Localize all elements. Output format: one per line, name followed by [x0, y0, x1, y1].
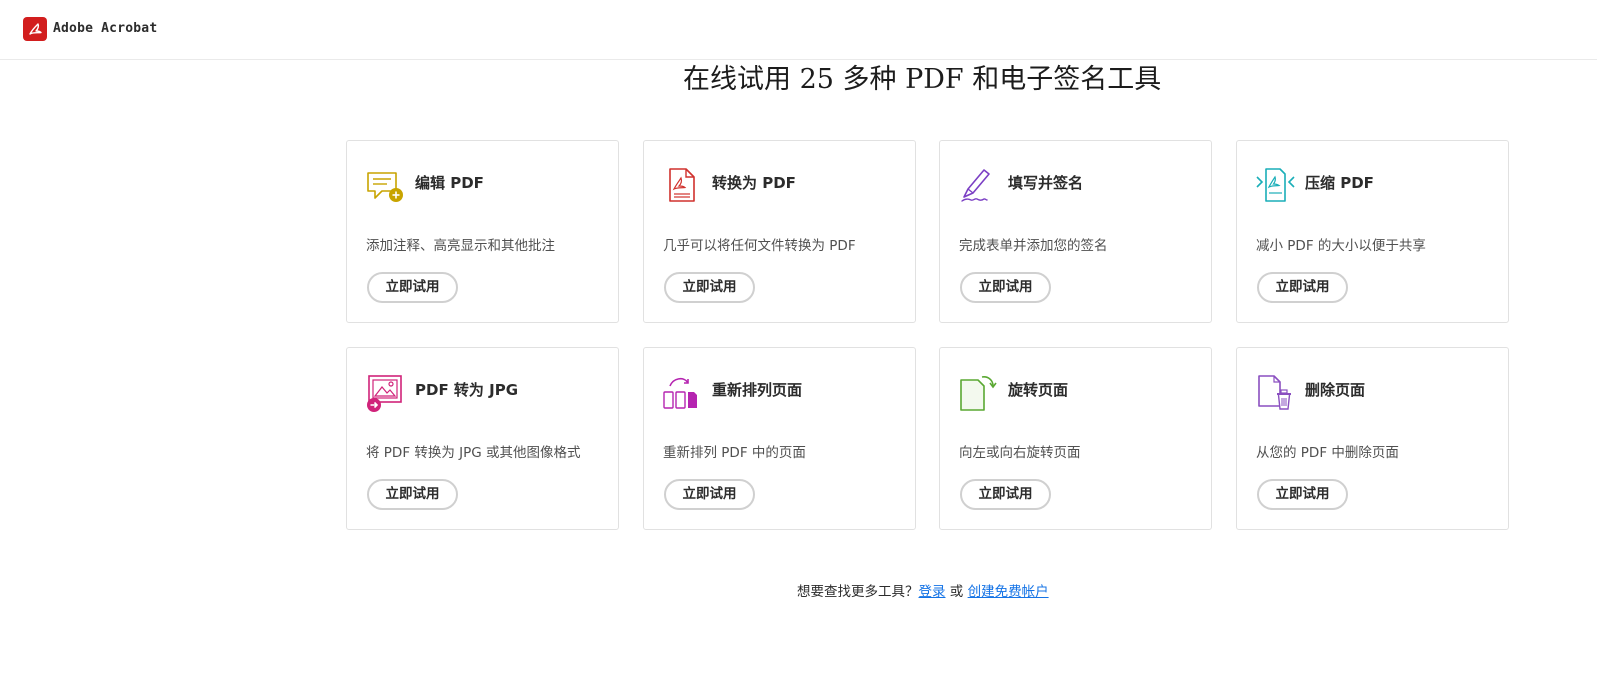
tool-title: 编辑 PDF	[415, 174, 484, 192]
tool-card-delete-pages[interactable]: 删除页面 从您的 PDF 中删除页面 立即试用	[1236, 347, 1509, 530]
try-now-button[interactable]: 立即试用	[664, 272, 755, 303]
tool-title: 转换为 PDF	[712, 174, 796, 192]
login-link[interactable]: 登录	[919, 584, 946, 600]
tool-description: 将 PDF 转换为 JPG 或其他图像格式	[366, 445, 581, 461]
tool-description: 从您的 PDF 中删除页面	[1256, 445, 1399, 461]
more-tools-prompt: 想要查找更多工具？登录 或 创建免费帐户	[797, 580, 1049, 604]
tool-description: 添加注释、高亮显示和其他批注	[366, 238, 555, 254]
pdf-to-jpg-icon	[365, 372, 405, 412]
tool-title: PDF 转为 JPG	[415, 381, 519, 399]
tool-card-reorder-pages[interactable]: 重新排列页面 重新排列 PDF 中的页面 立即试用	[643, 347, 916, 530]
create-free-account-link[interactable]: 创建免费帐户	[968, 584, 1049, 600]
brand-link[interactable]: Adobe Acrobat	[23, 16, 157, 41]
edit-pdf-icon	[365, 165, 405, 205]
tool-title: 压缩 PDF	[1305, 174, 1374, 192]
tool-description: 向左或向右旋转页面	[959, 445, 1081, 461]
compress-pdf-icon	[1255, 165, 1295, 205]
rotate-pages-icon	[958, 372, 998, 412]
try-now-button[interactable]: 立即试用	[960, 272, 1051, 303]
tool-card-pdf-to-jpg[interactable]: PDF 转为 JPG 将 PDF 转换为 JPG 或其他图像格式 立即试用	[346, 347, 619, 530]
try-now-button[interactable]: 立即试用	[1257, 272, 1348, 303]
or-text: 或	[949, 584, 964, 600]
page-title: 在线试用 25 多种 PDF 和电子签名工具	[683, 64, 1162, 95]
more-tools-text: 想要查找更多工具？	[797, 584, 919, 600]
tool-title: 旋转页面	[1008, 381, 1069, 399]
tool-card-rotate-pages[interactable]: 旋转页面 向左或向右旋转页面 立即试用	[939, 347, 1212, 530]
tool-card-convert-to-pdf[interactable]: 转换为 PDF 几乎可以将任何文件转换为 PDF 立即试用	[643, 140, 916, 323]
try-now-button[interactable]: 立即试用	[664, 479, 755, 510]
try-now-button[interactable]: 立即试用	[367, 272, 458, 303]
tool-title: 删除页面	[1305, 381, 1366, 399]
convert-to-pdf-icon	[662, 165, 702, 205]
adobe-acrobat-logo-icon	[23, 16, 47, 41]
tool-card-edit-pdf[interactable]: 编辑 PDF 添加注释、高亮显示和其他批注 立即试用	[346, 140, 619, 323]
try-now-button[interactable]: 立即试用	[1257, 479, 1348, 510]
try-now-button[interactable]: 立即试用	[367, 479, 458, 510]
try-now-button[interactable]: 立即试用	[960, 479, 1051, 510]
delete-pages-icon	[1255, 372, 1295, 412]
tool-card-compress-pdf[interactable]: 压缩 PDF 减小 PDF 的大小以便于共享 立即试用	[1236, 140, 1509, 323]
tool-description: 完成表单并添加您的签名	[959, 238, 1108, 254]
tool-description: 重新排列 PDF 中的页面	[663, 445, 806, 461]
tool-title: 重新排列页面	[712, 381, 803, 399]
reorder-pages-icon	[662, 372, 702, 412]
tool-description: 减小 PDF 的大小以便于共享	[1256, 238, 1426, 254]
tool-description: 几乎可以将任何文件转换为 PDF	[663, 238, 856, 254]
tool-title: 填写并签名	[1008, 174, 1084, 192]
brand-name: Adobe Acrobat	[53, 21, 158, 36]
fill-sign-icon	[958, 165, 998, 205]
top-header: Adobe Acrobat	[0, 0, 1597, 60]
tool-card-fill-sign[interactable]: 填写并签名 完成表单并添加您的签名 立即试用	[939, 140, 1212, 323]
